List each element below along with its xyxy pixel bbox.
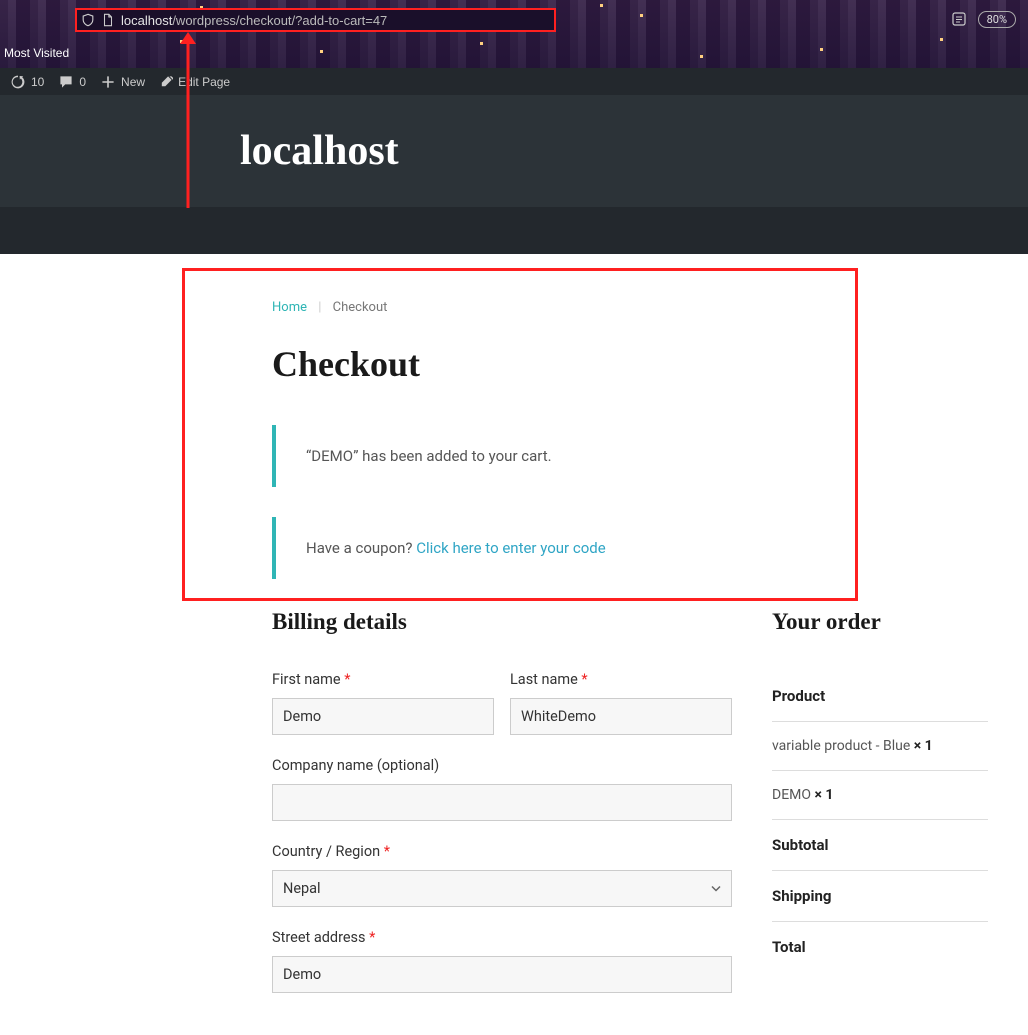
- cart-added-notice: “DEMO” has been added to your cart.: [272, 425, 988, 487]
- url-path: /wordpress/checkout/?add-to-cart=47: [172, 13, 387, 28]
- breadcrumb-separator: |: [318, 300, 321, 315]
- updates-count: 10: [31, 75, 44, 89]
- comments-count: 0: [79, 75, 86, 89]
- page-title: Checkout: [272, 343, 988, 385]
- order-heading: Your order: [772, 609, 988, 635]
- checkout-columns: Billing details First name * Last name *…: [272, 609, 988, 1015]
- street-label: Street address *: [272, 929, 732, 946]
- required-mark: *: [369, 929, 375, 946]
- country-field-wrap: Country / Region * Nepal: [272, 843, 732, 907]
- zoom-controls: 80%: [950, 10, 1016, 28]
- order-table: Product variable product - Blue × 1 DEMO…: [772, 671, 988, 972]
- main: Home | Checkout Checkout “DEMO” has been…: [272, 254, 988, 1015]
- content: Home | Checkout Checkout “DEMO” has been…: [0, 254, 1028, 1035]
- first-name-input[interactable]: [272, 698, 494, 735]
- product-name: DEMO: [772, 787, 814, 803]
- subtotal-row: Subtotal: [772, 820, 988, 871]
- adminbar-new[interactable]: New: [100, 74, 145, 90]
- reader-view-icon[interactable]: [950, 10, 968, 28]
- order-product-header: Product: [772, 671, 988, 722]
- breadcrumb-home[interactable]: Home: [272, 300, 307, 315]
- url-text: localhost/wordpress/checkout/?add-to-car…: [121, 13, 387, 28]
- required-mark: *: [344, 671, 350, 688]
- zoom-level[interactable]: 80%: [978, 11, 1016, 28]
- notice-text: “DEMO” has been added to your cart.: [306, 447, 552, 465]
- product-name: variable product - Blue: [772, 738, 914, 754]
- adminbar-updates[interactable]: 10: [10, 74, 44, 90]
- product-qty: × 1: [914, 738, 933, 754]
- company-input[interactable]: [272, 784, 732, 821]
- shipping-row: Shipping: [772, 871, 988, 922]
- adminbar-edit[interactable]: Edit Page: [159, 75, 230, 89]
- country-select[interactable]: Nepal: [272, 870, 732, 907]
- url-bar[interactable]: localhost/wordpress/checkout/?add-to-car…: [75, 8, 556, 32]
- total-row: Total: [772, 922, 988, 972]
- coupon-prompt: Have a coupon?: [306, 539, 416, 557]
- sub-header: [0, 207, 1028, 254]
- site-title[interactable]: localhost: [240, 127, 399, 175]
- product-qty: × 1: [814, 787, 833, 803]
- street-input[interactable]: [272, 956, 732, 993]
- table-row: variable product - Blue × 1: [772, 722, 988, 771]
- table-row: DEMO × 1: [772, 771, 988, 820]
- country-label: Country / Region *: [272, 843, 732, 860]
- site-header: localhost: [0, 95, 1028, 207]
- first-name-label: First name *: [272, 671, 494, 688]
- last-name-input[interactable]: [510, 698, 732, 735]
- required-mark: *: [581, 671, 587, 688]
- browser-chrome: localhost/wordpress/checkout/?add-to-car…: [0, 0, 1028, 68]
- company-field-wrap: Company name (optional): [272, 757, 732, 821]
- first-name-field-wrap: First name *: [272, 671, 494, 735]
- wp-admin-bar: 10 0 New Edit Page: [0, 68, 1028, 95]
- last-name-label: Last name *: [510, 671, 732, 688]
- company-label: Company name (optional): [272, 757, 732, 774]
- shield-icon[interactable]: [81, 13, 95, 27]
- page-icon: [101, 13, 115, 27]
- url-host: localhost: [121, 13, 172, 28]
- breadcrumb: Home | Checkout: [272, 300, 988, 315]
- required-mark: *: [384, 843, 390, 860]
- adminbar-comments[interactable]: 0: [58, 74, 86, 90]
- billing-heading: Billing details: [272, 609, 732, 635]
- breadcrumb-current: Checkout: [333, 300, 388, 315]
- most-visited-link[interactable]: Most Visited: [4, 46, 69, 60]
- edit-label: Edit Page: [178, 75, 230, 89]
- billing-column: Billing details First name * Last name *…: [272, 609, 732, 1015]
- coupon-notice: Have a coupon? Click here to enter your …: [272, 517, 988, 579]
- order-column: Your order Product variable product - Bl…: [772, 609, 988, 1015]
- coupon-toggle-link[interactable]: Click here to enter your code: [416, 539, 605, 557]
- new-label: New: [121, 75, 145, 89]
- street-field-wrap: Street address *: [272, 929, 732, 993]
- last-name-field-wrap: Last name *: [510, 671, 732, 735]
